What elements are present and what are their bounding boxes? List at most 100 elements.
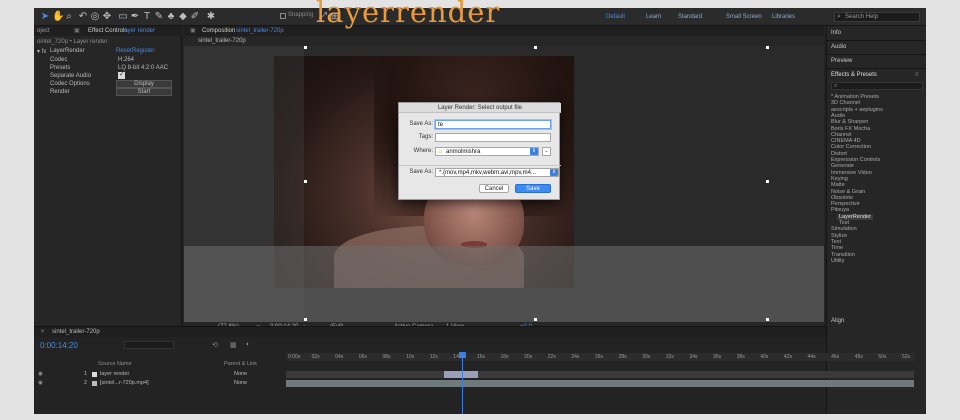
workspace-small-screen[interactable]: Small Screen (726, 14, 762, 20)
transform-handle[interactable] (534, 46, 537, 49)
effects-category[interactable]: Time (831, 245, 843, 251)
tab-composition[interactable]: Composition (202, 26, 235, 36)
transform-handle[interactable] (766, 318, 769, 321)
subtab-composition[interactable]: sintel_trailer-720p (198, 36, 246, 46)
time-ruler[interactable]: 0:00s 02s 04s 06s 08s 10s 12s 14s 16s 18s 20s 22s 24… (286, 353, 914, 361)
layer-bar[interactable] (286, 380, 914, 387)
selection-tool-icon[interactable]: ➤ (40, 11, 50, 22)
pan-behind-tool-icon[interactable]: ✥ (102, 11, 112, 22)
parent-dropdown[interactable]: None (234, 371, 247, 377)
effects-category[interactable]: Noise & Grain (831, 189, 865, 195)
brush-tool-icon[interactable]: ✎ (154, 11, 164, 22)
effects-category[interactable]: Perspective (831, 201, 860, 207)
rectangle-tool-icon[interactable]: ▭ (118, 11, 128, 22)
effects-category[interactable]: 3D Channel (831, 100, 860, 106)
roto-brush-tool-icon[interactable]: ✐ (190, 11, 200, 22)
effects-category[interactable]: Distort (831, 151, 847, 157)
type-tool-icon[interactable]: T (142, 11, 152, 22)
motion-blur-icon[interactable]: ◐ (246, 341, 250, 348)
rotate-tool-icon[interactable]: ↶ (78, 11, 88, 22)
tags-input[interactable] (435, 133, 551, 142)
hand-tool-icon[interactable]: ✋ (52, 11, 64, 22)
eraser-tool-icon[interactable]: ◆ (178, 11, 188, 22)
eye-icon[interactable]: ◉ (38, 371, 43, 377)
workspace-learn[interactable]: Learn (646, 14, 661, 20)
layer-bar-segment[interactable] (444, 371, 478, 378)
effects-category[interactable]: aescripts + aeplugins (831, 107, 883, 113)
transform-handle[interactable] (304, 318, 307, 321)
presets-value[interactable]: LQ 8-bit 4:2:0 AAC (118, 65, 168, 71)
effects-category[interactable]: Immersive Video (831, 170, 872, 176)
effects-search-input[interactable]: ⌕ (831, 82, 923, 90)
chevron-down-icon[interactable]: ▾ fx (37, 48, 46, 55)
transform-handle[interactable] (766, 180, 769, 183)
parent-dropdown[interactable]: None (234, 380, 247, 386)
puppet-tool-icon[interactable]: ✱ (206, 11, 216, 22)
workspace-libraries[interactable]: Libraries (772, 14, 795, 20)
tab-project[interactable]: oject (37, 26, 50, 36)
display-button[interactable]: Display (116, 80, 172, 88)
effects-presets-title[interactable]: Effects & Presets (831, 72, 877, 78)
start-button[interactable]: Start (116, 88, 172, 96)
table-row[interactable]: ◉ 2 [sintel...r-720p.mp4] None (34, 380, 284, 388)
timeline-current-time[interactable]: 0:00:14:20 (40, 341, 78, 350)
search-help-input[interactable]: ⌕ Search Help (834, 12, 920, 22)
effects-category[interactable]: Pitsuya (831, 207, 849, 213)
effects-category[interactable]: * Animation Presets (831, 94, 879, 100)
layer-search-input[interactable] (124, 341, 174, 349)
transform-handle[interactable] (534, 318, 537, 321)
format-dropdown[interactable]: *.{mov,mp4,mkv,webm,avi,mpv,m4... ⇕ (435, 168, 559, 177)
register-link[interactable]: Register (132, 48, 154, 54)
comp-flowchart-icon[interactable]: ⟲ (212, 341, 218, 349)
tab-effect-controls[interactable]: Effect Controls (88, 26, 127, 36)
effects-item[interactable]: Test (839, 220, 849, 226)
effects-category[interactable]: Matte (831, 182, 845, 188)
cancel-button[interactable]: Cancel (479, 184, 509, 193)
workspace-standard[interactable]: Standard (678, 14, 702, 20)
where-dropdown[interactable]: ⌂ anmolmishra ⇕ (435, 147, 539, 156)
align-panel-title[interactable]: Align (831, 318, 844, 324)
effects-category[interactable]: Expression Controls (831, 157, 880, 163)
effects-category[interactable]: Blur & Sharpen (831, 119, 868, 125)
composition-lock-icon[interactable]: ▣ (190, 26, 196, 36)
draft-3d-icon[interactable]: ▦ (230, 341, 237, 349)
camera-tool-icon[interactable]: ◎ (90, 11, 100, 22)
effects-category[interactable]: Transition (831, 252, 855, 258)
close-icon[interactable]: ✕ (40, 327, 45, 337)
save-button[interactable]: Save (515, 184, 551, 193)
transform-handle[interactable] (304, 46, 307, 49)
snapping-checkbox[interactable] (280, 13, 286, 19)
transform-handle[interactable] (766, 46, 769, 49)
expand-dialog-button[interactable]: ⌄ (542, 147, 551, 156)
effects-category[interactable]: Text (831, 239, 841, 245)
codec-value[interactable]: H.264 (118, 57, 134, 63)
effects-category[interactable]: Keying (831, 176, 848, 182)
audio-panel-title[interactable]: Audio (831, 44, 846, 50)
effects-category[interactable]: Color Correction (831, 144, 871, 150)
tab-timeline-comp[interactable]: sintel_trailer-720p (52, 327, 100, 337)
info-panel-title[interactable]: Info (831, 30, 841, 36)
panel-menu-icon[interactable]: ≡ (915, 72, 919, 78)
clone-stamp-tool-icon[interactable]: ♣ (166, 11, 176, 22)
workspace-default[interactable]: Default (606, 14, 625, 20)
effects-category[interactable]: CINEMA 4D (831, 138, 861, 144)
eye-icon[interactable]: ◉ (38, 380, 43, 386)
reset-link[interactable]: Reset (116, 48, 132, 54)
transform-handle[interactable] (304, 180, 307, 183)
zoom-tool-icon[interactable]: ⌕ (64, 11, 74, 22)
layer-bar[interactable] (286, 371, 914, 378)
effects-category[interactable]: Obsolete (831, 195, 853, 201)
effects-category[interactable]: Simulation (831, 226, 857, 232)
effects-category[interactable]: Generate (831, 163, 854, 169)
save-as-input[interactable]: te (435, 120, 551, 129)
playhead[interactable] (462, 353, 463, 414)
lock-icon[interactable]: ▣ (74, 26, 80, 36)
effects-item[interactable]: LayerRender (837, 213, 873, 220)
effects-category[interactable]: Audio (831, 113, 845, 119)
effects-category[interactable]: Channel (831, 132, 852, 138)
effects-category[interactable]: Utility (831, 258, 844, 264)
layer-name[interactable]: layer render (100, 371, 129, 377)
separate-audio-checkbox[interactable]: ✓ (118, 72, 125, 79)
layer-name[interactable]: [sintel...r-720p.mp4] (100, 380, 149, 386)
effects-category[interactable]: Boris FX Mocha (831, 126, 870, 132)
